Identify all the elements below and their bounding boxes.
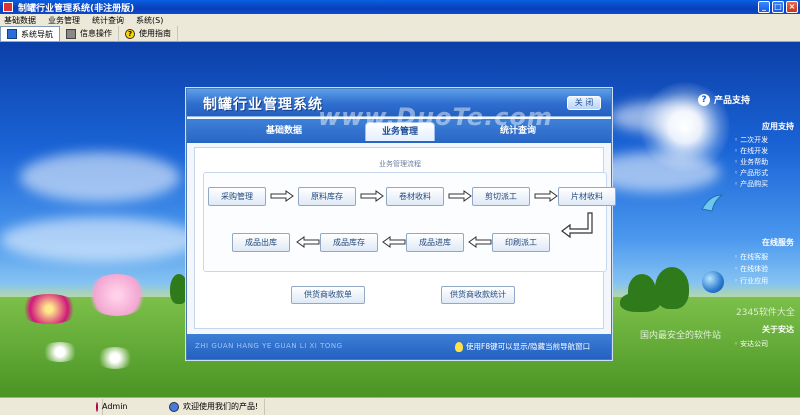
dialog-footer: ZHI GUAN HANG YE GUAN LI XI TONG 使用F8键可以…	[187, 334, 611, 359]
menubar: 基础数据 业务管理 统计查询 系统(S)	[0, 14, 800, 26]
arrow-right-icon	[270, 190, 294, 202]
minimize-button[interactable]: _	[758, 1, 770, 13]
support-title-text: 产品支持	[714, 96, 751, 106]
menu-statistics[interactable]: 统计查询	[92, 15, 124, 26]
watermark-corner-2: 国内最安全的软件站	[640, 331, 722, 341]
cloud	[20, 152, 180, 202]
footer-hint-text: 使用F8键可以显示/隐藏当前导航窗口	[466, 342, 591, 351]
business-panel: 业务管理流程 采购管理 原料库存 卷材收料 剪切派工 片材收料 成品出库 成品库…	[194, 147, 616, 329]
lightbulb-icon	[455, 341, 463, 352]
arrow-left-icon	[296, 236, 320, 248]
arrow-left-icon	[382, 236, 406, 248]
toolbar-info-button[interactable]: 信息操作	[60, 26, 119, 41]
step-sheet-receive[interactable]: 片材收料	[558, 187, 616, 206]
support-link[interactable]: 产品形式	[734, 168, 768, 178]
supplier-receipt-button[interactable]: 供货商收款单	[291, 286, 365, 304]
watermark-corner: 2345软件大全	[736, 308, 795, 318]
menu-basic-data[interactable]: 基础数据	[4, 15, 36, 26]
flow-diagram: 采购管理 原料库存 卷材收料 剪切派工 片材收料 成品出库 成品库存 成品进库 …	[203, 172, 616, 272]
magenta-flower	[18, 294, 80, 324]
info-icon	[66, 28, 76, 39]
support-section-head: 在线服务	[762, 238, 794, 247]
support-link[interactable]: 在线开发	[734, 146, 768, 156]
step-printing-dispatch[interactable]: 印刷派工	[492, 233, 550, 252]
dialog-close-button[interactable]: 关 闭	[567, 96, 601, 110]
support-link[interactable]: 在线客服	[734, 252, 768, 262]
support-link[interactable]: 二次开发	[734, 135, 768, 145]
arrow-right-icon	[360, 190, 384, 202]
app-icon	[3, 2, 13, 12]
step-finished-inventory[interactable]: 成品库存	[320, 233, 378, 252]
watermark-logo: www.DuoTe.com	[318, 103, 553, 131]
close-window-button[interactable]: ×	[786, 1, 798, 13]
statusbar: Admin 欢迎使用我们的产品!	[0, 397, 800, 415]
footer-hint: 使用F8键可以显示/隐藏当前导航窗口	[455, 341, 590, 352]
window-controls: _ □ ×	[758, 1, 798, 13]
user-icon	[96, 401, 98, 412]
status-user: Admin	[0, 398, 128, 415]
step-raw-inventory[interactable]: 原料库存	[298, 187, 356, 206]
step-coil-receive[interactable]: 卷材收料	[386, 187, 444, 206]
support-section-head: 应用支持	[762, 122, 794, 131]
status-message-text: 欢迎使用我们的产品!	[183, 402, 259, 411]
people-icon	[169, 401, 179, 412]
support-link[interactable]: 产品购买	[734, 179, 768, 189]
step-purchase[interactable]: 采购管理	[208, 187, 266, 206]
toolbar-nav-label: 系统导航	[21, 29, 53, 39]
support-link[interactable]: 安达公司	[734, 339, 768, 349]
globe-icon	[702, 271, 724, 293]
maximize-button[interactable]: □	[772, 1, 784, 13]
support-link[interactable]: 行业应用	[734, 276, 768, 286]
white-flower	[95, 347, 135, 369]
toolbar: 系统导航 信息操作 ? 使用指南	[0, 26, 800, 42]
white-flower	[40, 342, 80, 362]
toolbar-info-label: 信息操作	[80, 29, 112, 38]
step-finished-inbound[interactable]: 成品进库	[406, 233, 464, 252]
question-icon: ?	[698, 93, 710, 106]
step-cutting-dispatch[interactable]: 剪切派工	[472, 187, 530, 206]
status-message: 欢迎使用我们的产品!	[163, 398, 266, 415]
window-titlebar: 制罐行业管理系统(非注册版) _ □ ×	[0, 0, 800, 14]
bird-logo-icon	[701, 194, 724, 212]
menu-system[interactable]: 系统(S)	[136, 15, 163, 26]
toolbar-help-label: 使用指南	[139, 29, 171, 38]
toolbar-nav-button[interactable]: 系统导航	[0, 26, 60, 41]
support-title: ? 产品支持	[698, 93, 750, 106]
support-section-head: 关于安达	[762, 325, 794, 334]
toolbar-help-button[interactable]: ? 使用指南	[119, 26, 178, 41]
window-title: 制罐行业管理系统(非注册版)	[18, 3, 135, 14]
menu-business[interactable]: 业务管理	[48, 15, 80, 26]
support-link[interactable]: 在线体验	[734, 264, 768, 274]
step-finished-outbound[interactable]: 成品出库	[232, 233, 290, 252]
supplier-receipt-stats-button[interactable]: 供货商收款统计	[441, 286, 515, 304]
arrow-right-icon	[534, 190, 558, 202]
status-user-name: Admin	[102, 402, 128, 411]
footer-pinyin: ZHI GUAN HANG YE GUAN LI XI TONG	[195, 342, 343, 350]
turn-arrow-icon	[561, 212, 593, 239]
tree	[620, 292, 660, 312]
cloud	[0, 217, 200, 262]
arrow-right-icon	[448, 190, 472, 202]
dialog-title: 制罐行业管理系统	[203, 97, 323, 113]
flow-title: 业务管理流程	[379, 160, 421, 168]
arrow-left-icon	[468, 236, 492, 248]
pink-flower	[86, 274, 148, 316]
nav-icon	[7, 29, 17, 39]
tab-basic-data[interactable]: 基础数据	[249, 122, 319, 141]
support-link[interactable]: 业务帮助	[734, 157, 768, 167]
tree	[655, 267, 689, 309]
help-icon: ?	[125, 28, 135, 39]
